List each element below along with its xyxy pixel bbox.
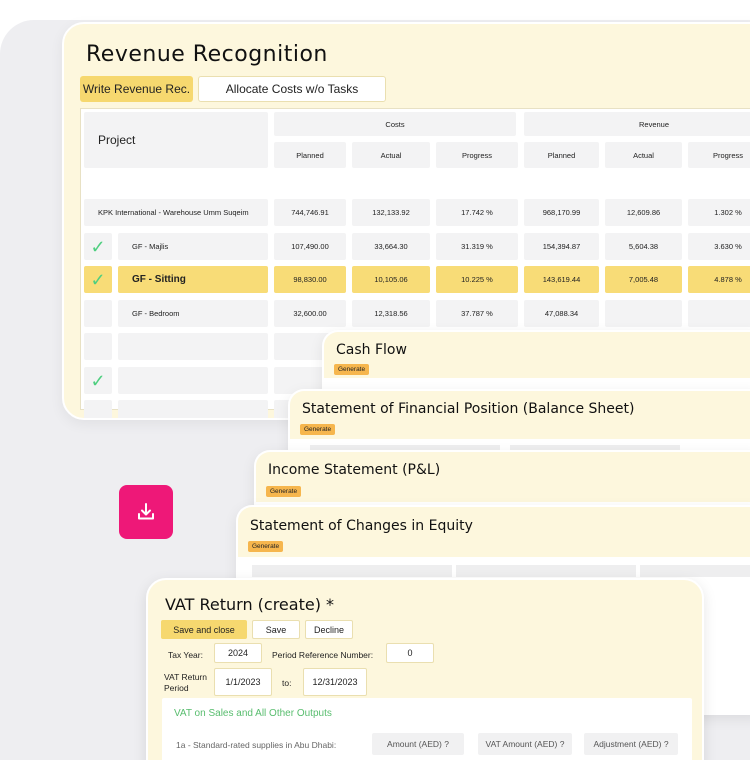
decline-button[interactable]: Decline — [305, 620, 353, 639]
download-icon — [138, 503, 154, 520]
row-select-checkbox[interactable]: ✓ — [84, 233, 112, 260]
value-cell: 12,318.56 — [352, 300, 430, 327]
value-cell — [688, 300, 750, 327]
value-cell: 154,394.87 — [524, 233, 599, 260]
project-name-cell[interactable]: KPK International - Warehouse Umm Suqeim — [84, 199, 268, 226]
check-icon: ✓ — [90, 269, 106, 290]
value-cell: 10,105.06 — [352, 266, 430, 293]
row-select-checkbox[interactable] — [84, 333, 112, 360]
column-header[interactable]: Actual — [605, 142, 682, 168]
period-from-input[interactable]: 1/1/2023 — [214, 668, 272, 696]
value-cell: 7,005.48 — [605, 266, 682, 293]
write-revenue-button[interactable]: Write Revenue Rec. — [80, 76, 193, 102]
report-title: Statement of Financial Position (Balance… — [302, 401, 635, 417]
vat-return-card: VAT Return (create) * Save and close Sav… — [146, 578, 704, 760]
column-header[interactable]: Planned — [274, 142, 346, 168]
column-header[interactable]: Progress — [688, 142, 750, 168]
value-cell: 47,088.34 — [524, 300, 599, 327]
tax-year-label: Tax Year: — [168, 650, 203, 660]
project-name-cell[interactable] — [118, 367, 268, 394]
value-cell: 1.302 % — [688, 199, 750, 226]
amount-field[interactable]: Amount (AED) ? — [372, 733, 464, 755]
column-header[interactable]: Planned — [524, 142, 599, 168]
value-cell: 744,746.91 — [274, 199, 346, 226]
value-cell: 17.742 % — [436, 199, 518, 226]
generate-button[interactable]: Generate — [266, 486, 302, 497]
project-name-cell[interactable] — [118, 400, 268, 418]
period-reference-label: Period Reference Number: — [272, 650, 374, 660]
value-cell: 143,619.44 — [524, 266, 599, 293]
vat-title: VAT Return (create) * — [165, 595, 335, 614]
generate-button[interactable]: Generate — [300, 424, 336, 435]
vat-outputs-section: VAT on Sales and All Other Outputs 1a - … — [162, 698, 692, 760]
value-cell: 968,170.99 — [524, 199, 599, 226]
period-reference-input[interactable]: 0 — [386, 643, 434, 663]
revenue-group-header: Revenue — [524, 112, 750, 136]
to-label: to: — [282, 678, 292, 688]
allocate-costs-button[interactable]: Allocate Costs w/o Tasks — [198, 76, 386, 102]
generate-button[interactable]: Generate — [334, 364, 370, 375]
value-cell: 5,604.38 — [605, 233, 682, 260]
value-cell: 12,609.86 — [605, 199, 682, 226]
project-name-cell[interactable]: GF - Sitting — [118, 266, 268, 293]
row-select-checkbox[interactable] — [84, 300, 112, 327]
value-cell — [605, 300, 682, 327]
value-cell: 98,830.00 — [274, 266, 346, 293]
save-and-close-button[interactable]: Save and close — [161, 620, 247, 639]
generate-button[interactable]: Generate — [248, 541, 284, 552]
save-button[interactable]: Save — [252, 620, 300, 639]
value-cell: 33,664.30 — [352, 233, 430, 260]
row-select-checkbox[interactable]: ✓ — [84, 266, 112, 293]
value-cell: 32,600.00 — [274, 300, 346, 327]
value-cell: 31.319 % — [436, 233, 518, 260]
value-cell: 37.787 % — [436, 300, 518, 327]
value-cell: 107,490.00 — [274, 233, 346, 260]
value-cell: 3.630 % — [688, 233, 750, 260]
period-to-input[interactable]: 12/31/2023 — [303, 668, 367, 696]
project-name-cell[interactable] — [118, 333, 268, 360]
project-header: Project — [84, 112, 268, 168]
adjustment-field[interactable]: Adjustment (AED) ? — [584, 733, 678, 755]
report-title: Cash Flow — [336, 342, 407, 358]
vat-amount-field[interactable]: VAT Amount (AED) ? — [478, 733, 572, 755]
vat-period-label-line2: Period — [164, 683, 189, 693]
tax-year-input[interactable]: 2024 — [214, 643, 262, 663]
vat-period-label-line1: VAT Return — [164, 672, 207, 682]
report-title: Statement of Changes in Equity — [250, 518, 473, 534]
revenue-title: Revenue Recognition — [86, 42, 328, 67]
row-label-1a: 1a - Standard-rated supplies in Abu Dhab… — [176, 740, 337, 750]
column-header[interactable]: Actual — [352, 142, 430, 168]
check-icon: ✓ — [90, 236, 106, 257]
project-name-cell[interactable]: GF - Majlis — [118, 233, 268, 260]
report-title: Income Statement (P&L) — [268, 462, 441, 478]
project-name-cell[interactable]: GF - Bedroom — [118, 300, 268, 327]
check-icon: ✓ — [90, 370, 106, 391]
value-cell: 132,133.92 — [352, 199, 430, 226]
section-title: VAT on Sales and All Other Outputs — [174, 708, 332, 719]
value-cell: 4.878 % — [688, 266, 750, 293]
row-select-checkbox[interactable] — [84, 400, 112, 418]
row-select-checkbox[interactable]: ✓ — [84, 367, 112, 394]
column-header[interactable]: Progress — [436, 142, 518, 168]
download-button[interactable] — [119, 485, 173, 539]
value-cell: 10.225 % — [436, 266, 518, 293]
costs-group-header: Costs — [274, 112, 516, 136]
